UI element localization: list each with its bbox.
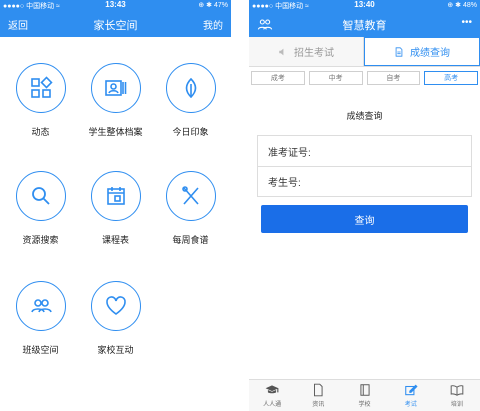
tab-news[interactable]: 资讯 — [295, 380, 341, 411]
calendar-icon — [90, 171, 141, 221]
candidate-number-input[interactable] — [300, 167, 471, 196]
tab-school[interactable]: 学校 — [341, 380, 387, 411]
segment-score-query[interactable]: 成绩查询 — [364, 37, 480, 66]
feature-grid: 动态 学生整体档案 今日印象 资源搜索 课程表 每周食谱 班级空间 家校互动 — [0, 37, 231, 411]
segment-label: 成绩查询 — [410, 48, 450, 59]
query-form: 准考证号: 考生号: — [257, 135, 472, 197]
open-book-icon — [450, 385, 464, 396]
feature-item-timetable[interactable]: 课程表 — [77, 171, 154, 271]
feature-item-weekly-menu[interactable]: 每周食谱 — [152, 171, 229, 271]
status-bar: ●●●●○ 中国移动 ≈ 13:43 ⊕ ✱ 47% — [0, 0, 231, 11]
query-button[interactable]: 查询 — [261, 205, 468, 233]
leaf-icon — [165, 63, 216, 113]
edit-icon — [404, 384, 418, 396]
segment-label: 招生考试 — [294, 48, 334, 59]
page-title: 家长空间 — [93, 20, 138, 32]
tab-training[interactable]: 培训 — [434, 380, 480, 411]
exam-id-label: 准考证号: — [268, 147, 311, 159]
feature-item-home-school[interactable]: 家校互动 — [77, 281, 154, 381]
candidate-number-label: 考生号: — [268, 178, 301, 189]
candidate-number-row: 考生号: — [258, 166, 471, 196]
tab-self-exam[interactable]: 自考 — [366, 71, 421, 85]
section-title: 成绩查询 — [346, 111, 383, 121]
utensils-icon — [165, 171, 216, 221]
tab-label: 培训 — [450, 402, 463, 408]
tab-label: 人人通 — [263, 402, 282, 408]
tab-renrentong[interactable]: 人人通 — [249, 380, 295, 411]
segment-control: 招生考试 成绩查询 — [249, 37, 480, 67]
tab-adult-exam[interactable]: 成考 — [251, 71, 305, 85]
segment-admission-exam[interactable]: 招生考试 — [249, 37, 364, 66]
feature-label: 学生整体档案 — [88, 127, 143, 137]
feature-item-today-impression[interactable]: 今日印象 — [152, 63, 229, 163]
file-icon — [314, 383, 323, 397]
mortarboard-icon — [265, 385, 279, 394]
document-icon — [395, 46, 403, 57]
profile-card-icon — [90, 63, 141, 113]
feature-label: 今日印象 — [172, 127, 209, 137]
status-bar: ●●●●○ 中国移动 ≈ 13:40 ⊕ ✱ 48% — [249, 0, 480, 11]
status-time: 13:43 — [105, 0, 126, 9]
book-icon — [359, 384, 370, 396]
exam-type-tabs: 成考 中考 自考 高考 — [249, 67, 480, 89]
tab-exam[interactable]: 考试 — [388, 380, 434, 411]
page-title: 智慧教育 — [342, 20, 387, 32]
heart-icon — [90, 281, 141, 331]
screen-divider — [231, 0, 249, 411]
group-icon — [15, 281, 66, 331]
parent-space-screen: ●●●●○ 中国移动 ≈ 13:43 ⊕ ✱ 47% 返回 家长空间 我的 动态… — [0, 0, 231, 411]
status-time: 13:40 — [354, 0, 375, 9]
tab-middle-exam[interactable]: 中考 — [308, 71, 363, 85]
feature-label: 资源搜索 — [22, 235, 59, 245]
nav-bar: 返回 家长空间 我的 — [0, 11, 231, 37]
more-button[interactable]: ••• — [461, 17, 472, 28]
feature-label: 每周食谱 — [172, 235, 209, 245]
exam-id-row: 准考证号: — [258, 136, 471, 166]
feature-label: 课程表 — [101, 235, 129, 245]
feature-label: 动态 — [31, 127, 50, 137]
exam-id-input[interactable] — [310, 136, 471, 166]
smart-education-screen: ●●●●○ 中国移动 ≈ 13:40 ⊕ ✱ 48% 智慧教育 ••• 招生考试… — [249, 0, 480, 411]
feature-item-student-profile[interactable]: 学生整体档案 — [77, 63, 154, 163]
feature-label: 家校互动 — [97, 345, 134, 355]
bottom-tab-bar: 人人通 资讯 学校 考试 培训 — [249, 379, 480, 411]
tab-college-exam[interactable]: 高考 — [424, 71, 478, 85]
my-button[interactable]: 我的 — [203, 17, 223, 32]
tab-label: 学校 — [358, 402, 371, 408]
battery-status: ⊕ ✱ 47% — [198, 2, 228, 9]
nav-bar: 智慧教育 ••• — [249, 11, 480, 37]
battery-status: ⊕ ✱ 48% — [447, 2, 477, 9]
tab-label: 资讯 — [312, 402, 325, 408]
search-icon — [15, 171, 66, 221]
speaker-icon — [279, 48, 284, 55]
feature-item-dynamics[interactable]: 动态 — [2, 63, 79, 163]
feature-item-class-space[interactable]: 班级空间 — [2, 281, 79, 381]
tab-label: 考试 — [404, 402, 417, 408]
feature-item-resource-search[interactable]: 资源搜索 — [2, 171, 79, 271]
grid-icon — [15, 63, 66, 113]
feature-label: 班级空间 — [22, 345, 59, 355]
